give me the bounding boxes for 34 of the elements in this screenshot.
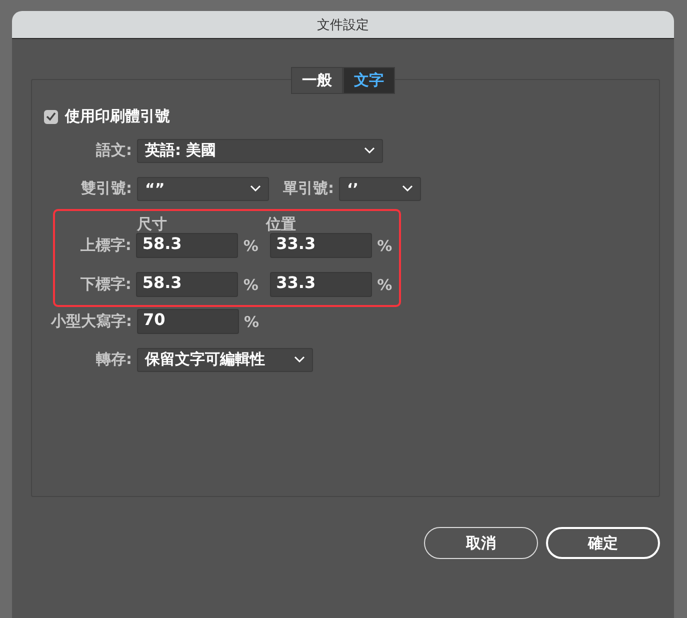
percent-unit: % (243, 236, 260, 254)
percent-unit: % (243, 276, 260, 294)
tab[interactable]: 一般 (291, 67, 343, 94)
tab[interactable]: 文字 (343, 67, 395, 94)
chevron-down-icon (402, 185, 413, 192)
chevron-down-icon (294, 356, 305, 363)
position-field[interactable]: 33.3 (270, 272, 372, 297)
size-field[interactable]: 58.3 (136, 233, 238, 258)
percent-unit: % (244, 312, 260, 330)
size-field[interactable]: 58.3 (136, 272, 238, 297)
field-label: 上標字: (79, 236, 132, 255)
small-caps-field[interactable]: 70 (137, 309, 239, 334)
percent-unit: % (377, 236, 394, 254)
column-header: 尺寸 (137, 215, 167, 233)
single-quotes-dropdown[interactable]: ‘’ (339, 176, 421, 200)
export-dropdown[interactable]: 保留文字可編輯性 (137, 348, 313, 372)
column-header: 位置 (266, 215, 296, 233)
field-label: 單引號: (283, 179, 334, 198)
window-title: 文件設定 (12, 11, 674, 39)
field-label: 小型大寫字: (50, 312, 132, 331)
language-dropdown[interactable]: 英語: 美國 (137, 138, 383, 162)
checkbox[interactable] (44, 110, 58, 124)
field-label: 下標字: (79, 275, 132, 294)
position-field[interactable]: 33.3 (270, 233, 372, 258)
field-label: 雙引號: (80, 179, 132, 198)
field-label: 語文: (94, 141, 132, 160)
field-label: 轉存: (95, 350, 132, 369)
double-quotes-dropdown[interactable]: “” (137, 176, 269, 200)
chevron-down-icon (364, 147, 375, 154)
chevron-down-icon (250, 185, 261, 192)
percent-unit: % (377, 276, 394, 294)
ok-button[interactable]: 確定 (546, 527, 660, 559)
cancel-button[interactable]: 取消 (424, 527, 538, 559)
checkbox-label: 使用印刷體引號 (65, 107, 170, 126)
